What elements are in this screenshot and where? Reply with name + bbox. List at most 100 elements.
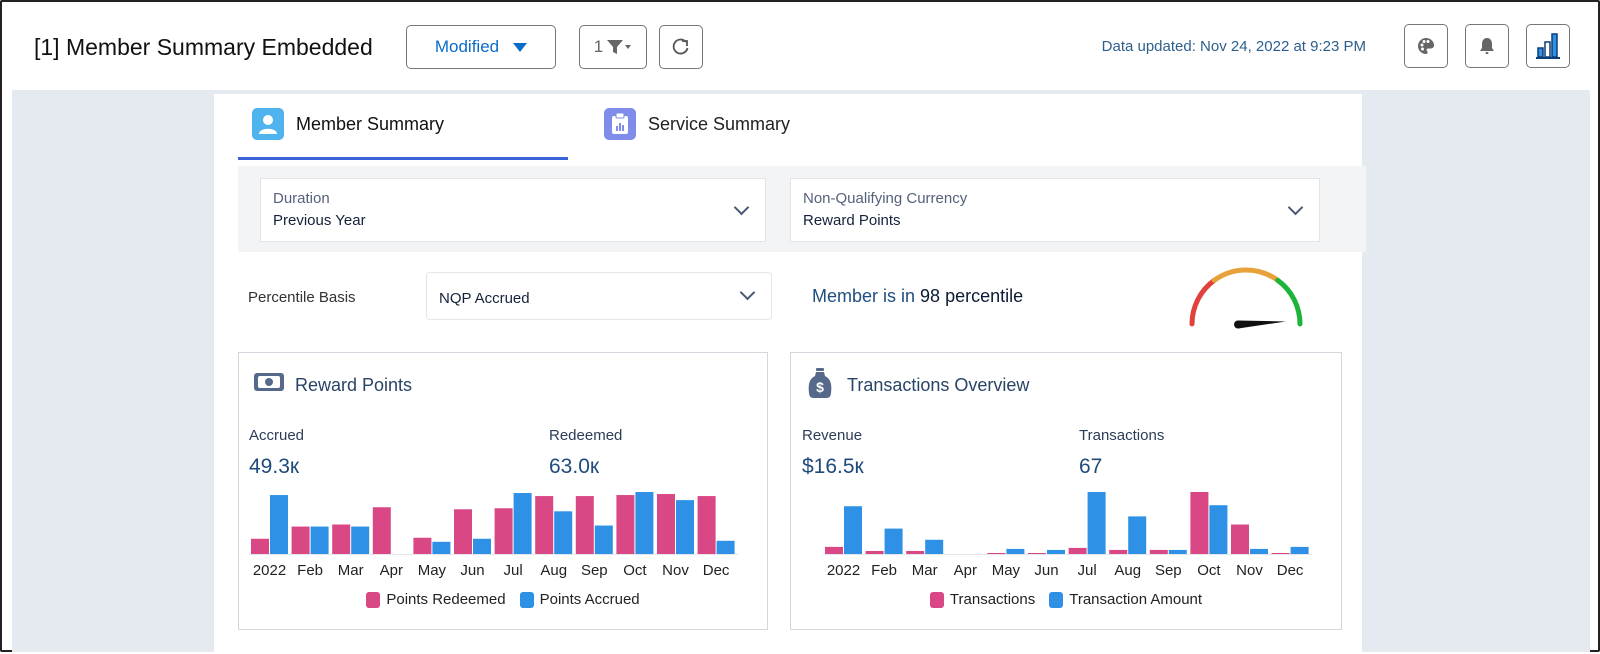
bar-points-redeemed (413, 537, 432, 554)
bar-transactions (1271, 552, 1290, 554)
bar-points-accrued (716, 540, 735, 554)
chevron-down-icon (733, 199, 750, 216)
bar-transactions (987, 552, 1006, 554)
filter-bar: Duration Previous Year Non-Qualifying Cu… (238, 166, 1366, 252)
dashboard-header: [1] Member Summary Embedded Modified 1 D… (2, 2, 1598, 90)
x-tick-label: Mar (912, 562, 938, 579)
bar-transaction-amount (925, 539, 944, 554)
x-tick-label: 2022 (827, 562, 860, 579)
x-tick-label: Oct (623, 562, 647, 579)
gauge-needle (1237, 320, 1286, 329)
bar-transaction-amount (1006, 548, 1025, 554)
legend-label: Points Redeemed (386, 591, 506, 608)
percentile-basis-value: NQP Accrued (439, 290, 530, 307)
bar-points-redeemed (494, 508, 513, 554)
legend-label: Transactions (949, 591, 1036, 608)
kpi-revenue-label: Revenue (802, 427, 863, 444)
x-tick-label: Mar (338, 562, 364, 579)
bar-points-redeemed (291, 526, 310, 554)
x-tick-label: Nov (1236, 562, 1263, 579)
bar-transactions (1028, 552, 1046, 554)
x-tick-label: Jun (1034, 562, 1058, 579)
legend-item[interactable]: Points Accrued (519, 591, 640, 608)
filter-button[interactable]: 1 (579, 25, 647, 69)
active-tab-indicator (238, 157, 568, 160)
theme-button[interactable] (1404, 24, 1448, 68)
duration-filter[interactable]: Duration Previous Year (260, 178, 766, 242)
filter-count: 1 (593, 37, 604, 56)
card-title: Reward Points (295, 375, 413, 395)
percentile-basis-label: Percentile Basis (248, 289, 356, 306)
legend-item[interactable]: Transaction Amount (1049, 591, 1202, 608)
currency-filter[interactable]: Non-Qualifying Currency Reward Points (790, 178, 1320, 242)
notifications-button[interactable] (1465, 24, 1509, 68)
refresh-icon (672, 38, 689, 55)
gauge-segment (1189, 277, 1217, 327)
bar-points-accrued (351, 526, 370, 554)
x-tick-label: 2022 (253, 562, 286, 579)
view-dropdown-label: Modified (434, 37, 500, 56)
bar-points-accrued (310, 526, 329, 554)
filter-icon (607, 40, 632, 54)
bar-points-redeemed (454, 509, 472, 554)
bar-transactions (906, 550, 925, 554)
bar-transactions (825, 546, 843, 554)
bar-points-accrued (432, 541, 451, 554)
bar-transaction-amount (1128, 516, 1147, 554)
bell-icon (1480, 38, 1494, 54)
duration-label: Duration (273, 190, 330, 207)
bar-transaction-amount (844, 506, 862, 554)
x-tick-label: Feb (871, 562, 897, 579)
bar-transactions (1190, 492, 1209, 554)
refresh-button[interactable] (659, 25, 703, 69)
x-tick-label: Sep (581, 562, 608, 579)
bar-transaction-amount (1087, 492, 1106, 554)
chart-view-button[interactable] (1526, 24, 1570, 68)
money-bag-icon: $ (808, 368, 832, 398)
gauge-segment (1211, 267, 1281, 283)
bar-transaction-amount (1168, 549, 1187, 554)
reward-points-card: Reward Points Accrued 49.3к Redeemed 63.… (238, 352, 768, 630)
bar-points-accrued (513, 493, 532, 554)
tab-member-summary[interactable]: Member Summary (252, 108, 444, 140)
view-dropdown[interactable]: Modified (406, 25, 556, 69)
bar-chart-icon (1536, 33, 1560, 59)
legend-swatch (519, 591, 534, 608)
legend-item[interactable]: Points Redeemed (366, 591, 506, 608)
duration-value: Previous Year (273, 212, 366, 229)
app-frame: [1] Member Summary Embedded Modified 1 D… (0, 0, 1600, 654)
percentile-gauge (1189, 267, 1303, 329)
bar-points-redeemed (575, 496, 594, 554)
bar-transaction-amount (1047, 549, 1065, 554)
palette-icon (1418, 38, 1434, 54)
kpi-transactions-label: Transactions (1079, 427, 1165, 444)
kpi-accrued-label: Accrued (249, 427, 305, 444)
bar-points-accrued (554, 511, 573, 554)
legend-swatch (929, 591, 944, 608)
legend-swatch (366, 591, 381, 608)
bar-transactions (865, 550, 884, 554)
x-tick-label: Jul (504, 562, 523, 579)
bar-points-redeemed (372, 507, 391, 554)
legend-item[interactable]: Transactions (929, 591, 1036, 608)
bar-points-redeemed (657, 494, 675, 554)
x-tick-label: Feb (297, 562, 323, 579)
tab-service-summary[interactable]: Service Summary (604, 108, 790, 140)
tab-label: Service Summary (648, 113, 791, 134)
bar-points-redeemed (697, 496, 716, 554)
chart-legend: Points Redeemed Points Accrued (239, 591, 767, 608)
legend-label: Transaction Amount (1069, 591, 1203, 608)
kpi-redeemed-label: Redeemed (549, 427, 623, 444)
transactions-overview-card: $ Transactions Overview Revenue $16.5к T… (790, 352, 1342, 630)
chart-legend: Transactions Transaction Amount (791, 591, 1341, 608)
dashboard-title: [1] Member Summary Embedded (34, 34, 373, 60)
percentile-basis-select[interactable]: NQP Accrued (426, 272, 772, 320)
x-tick-label: May (418, 562, 447, 579)
bar-points-accrued (473, 538, 491, 554)
money-icon (254, 373, 284, 391)
chevron-down-icon (739, 284, 756, 301)
person-icon (252, 108, 284, 140)
bar-transaction-amount (1209, 505, 1228, 554)
caret-down-icon (513, 42, 528, 52)
reward-points-chart: 2022 Feb Mar Apr May Jun Jul Aug Sep Oct Nov Dec (249, 492, 739, 579)
